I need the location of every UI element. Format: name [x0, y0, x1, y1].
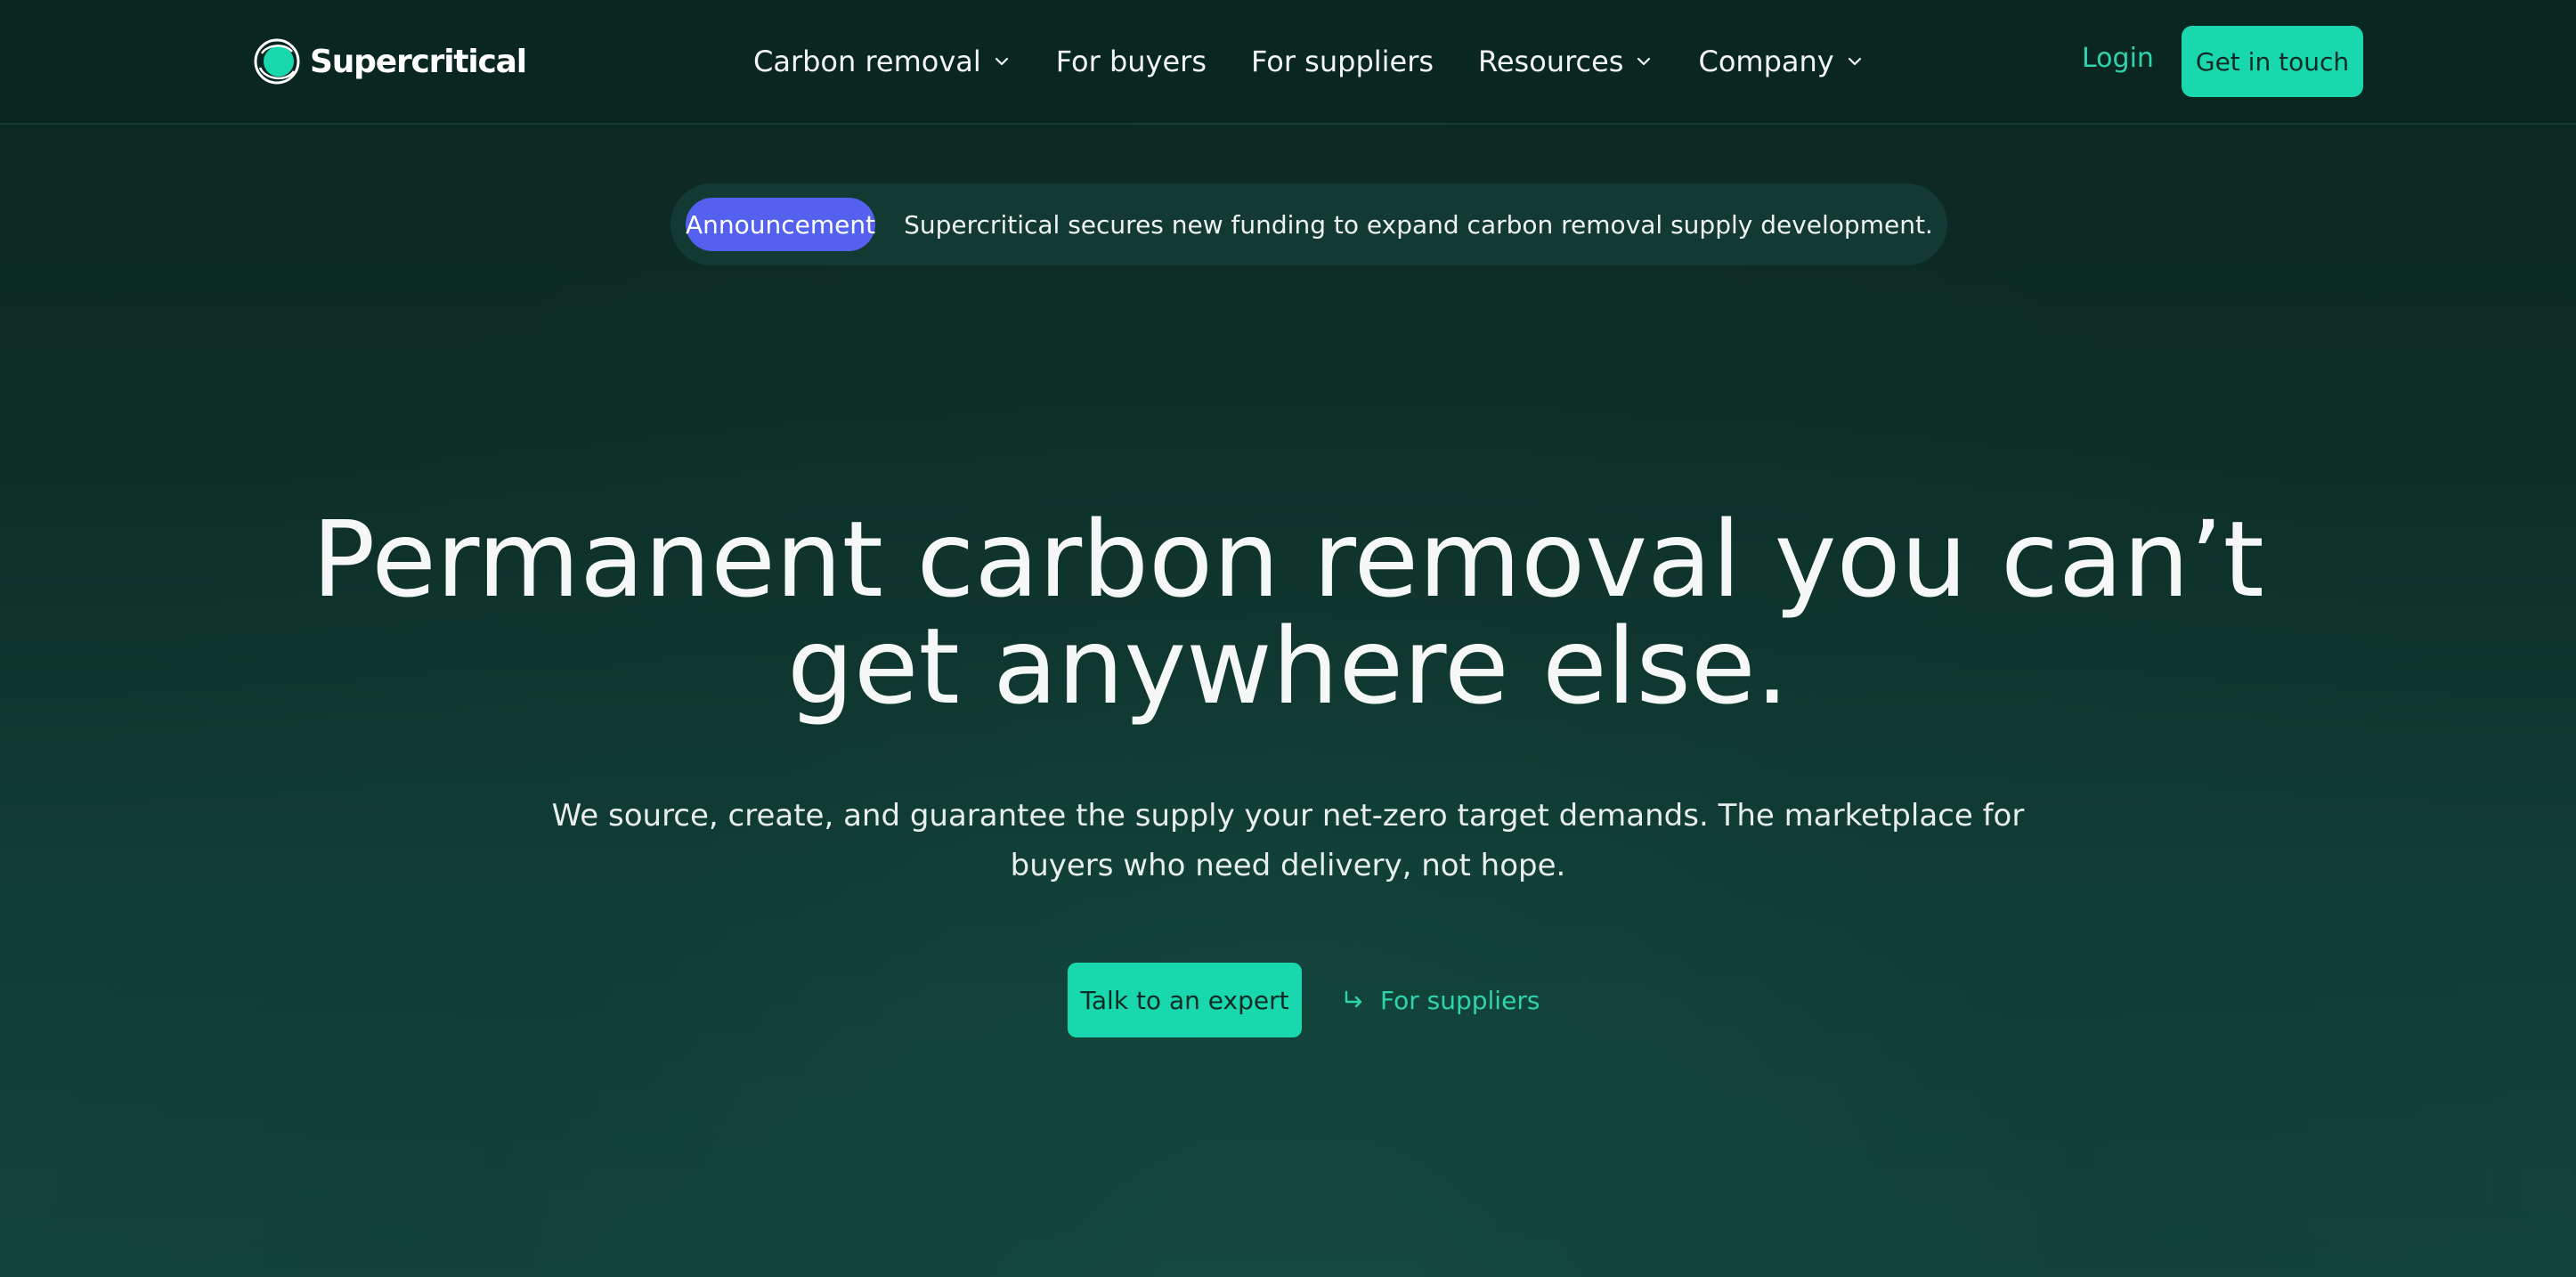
nav-item-resources[interactable]: Resources: [1478, 45, 1654, 78]
login-link[interactable]: Login: [2082, 43, 2154, 74]
nav-item-for-buyers[interactable]: For buyers: [1056, 45, 1207, 78]
nav-item-for-suppliers[interactable]: For suppliers: [1251, 45, 1434, 78]
announcement-text: Supercritical secures new funding to exp…: [904, 209, 1933, 240]
nav-item-label: For buyers: [1055, 45, 1207, 78]
nav-item-company[interactable]: Company: [1698, 45, 1864, 78]
chevron-down-icon: [995, 57, 1008, 66]
announcement-badge: Announcement: [686, 198, 876, 251]
for-suppliers-link[interactable]: For suppliers: [1341, 982, 1540, 1018]
nav-item-label: For suppliers: [1251, 45, 1434, 78]
nav-item-label: Carbon removal: [753, 45, 981, 78]
talk-to-expert-button[interactable]: Talk to an expert: [1068, 963, 1302, 1037]
nav-item-carbon-removal[interactable]: Carbon removal: [753, 45, 1012, 78]
nav-item-label: Resources: [1478, 45, 1624, 78]
brand-logo[interactable]: Supercritical: [253, 37, 527, 85]
supercritical-logo-icon: [254, 38, 300, 85]
brand-name: Supercritical: [310, 43, 527, 80]
hero-subtitle: We source, create, and guarantee the sup…: [0, 791, 2576, 891]
hero-subtitle-line-2: buyers who need delivery, not hope.: [1010, 848, 1566, 883]
hero-title-line-2: get anywhere else.: [786, 605, 1790, 728]
hero-subtitle-line-1: We source, create, and guarantee the sup…: [551, 798, 2025, 834]
chevron-down-icon: [1848, 57, 1861, 66]
get-in-touch-button[interactable]: Get in touch: [2182, 26, 2363, 97]
return-arrow-icon: [1345, 990, 1362, 1008]
for-suppliers-label: For suppliers: [1380, 985, 1540, 1015]
primary-nav: Carbon removal For buyers For suppliers …: [753, 39, 1865, 84]
top-navigation: Supercritical Carbon removal For buyers …: [0, 0, 2576, 125]
hero-title-line-1: Permanent carbon removal you can’t: [312, 498, 2264, 621]
announcement-banner[interactable]: Announcement Supercritical secures new f…: [670, 183, 1947, 265]
chevron-down-icon: [1637, 57, 1651, 66]
nav-item-label: Company: [1698, 45, 1834, 78]
hero-title: Permanent carbon removal you can’t get a…: [0, 506, 2576, 720]
